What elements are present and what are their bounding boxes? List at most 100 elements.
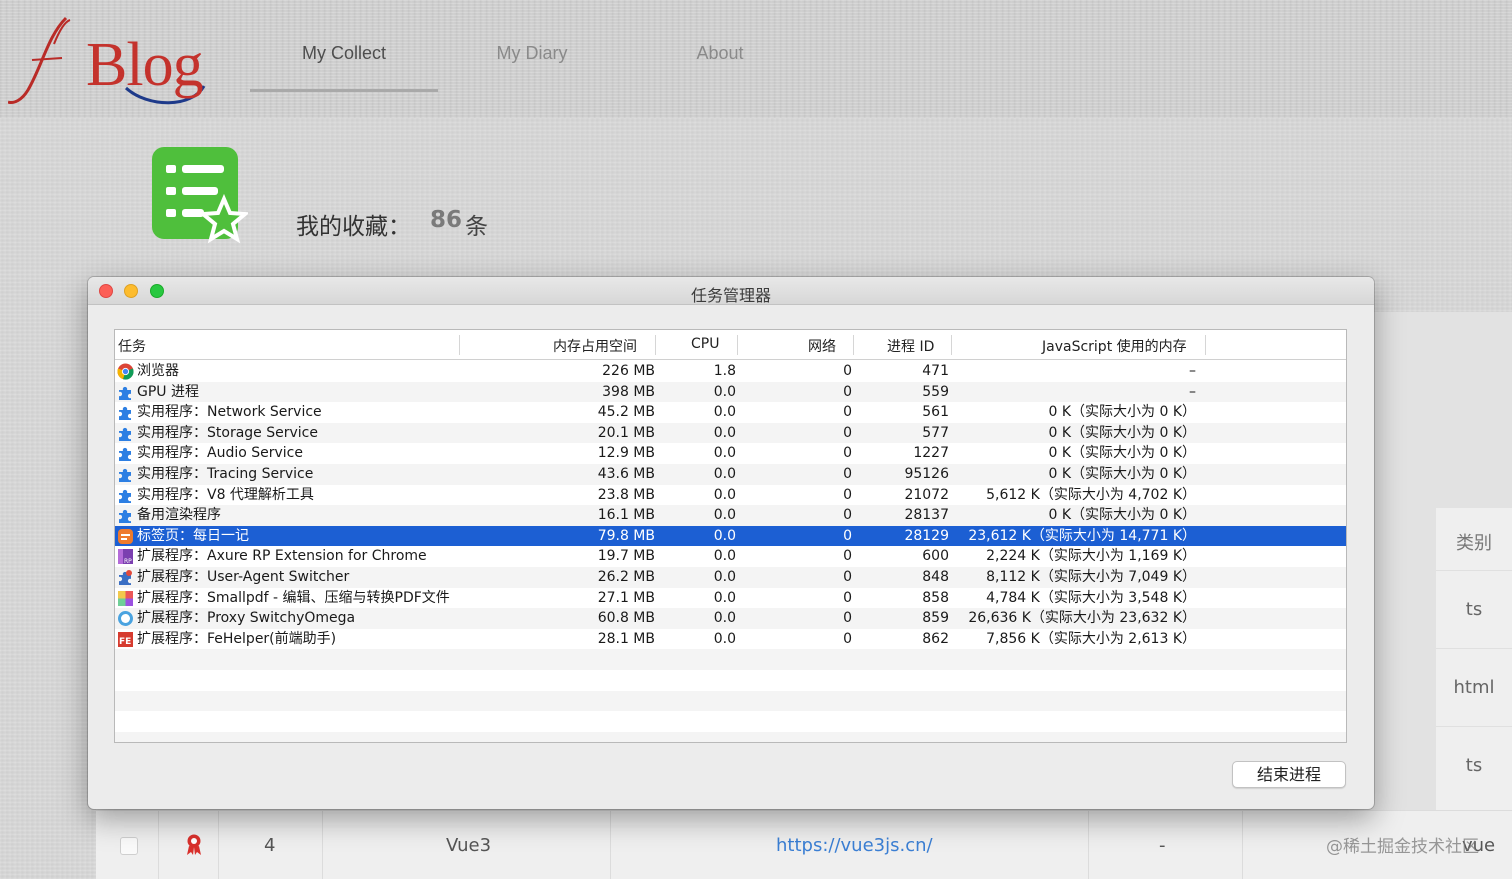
process-cpu: 0.0 xyxy=(713,424,736,441)
process-js-memory: 26,636 K（实际大小为 23,632 K） xyxy=(968,610,1196,627)
process-pid: 862 xyxy=(922,630,949,647)
process-row[interactable]: 实用程序：Storage Service 20.1 MB 0.0 0 577 0… xyxy=(115,422,1346,444)
task-manager-window: 任务管理器 任务 内存占用空间 CPU 网络 进程 ID JavaScript … xyxy=(88,277,1374,809)
process-cpu: 0.0 xyxy=(713,610,736,627)
process-row[interactable]: FE 扩展程序：FeHelper(前端助手) 28.1 MB 0.0 0 862… xyxy=(115,629,1346,650)
puzzle-icon xyxy=(119,386,131,400)
category-cell: ts xyxy=(1465,755,1483,776)
row-name: Vue3 xyxy=(446,835,492,856)
nav-my-collect[interactable]: My Collect xyxy=(250,40,438,92)
process-network: 0 xyxy=(843,548,852,565)
process-row[interactable]: GPU 进程 398 MB 0.0 0 559 – xyxy=(115,381,1346,403)
end-process-button[interactable]: 结束进程 xyxy=(1232,761,1346,788)
process-pid: 21072 xyxy=(904,486,949,503)
process-row[interactable]: RP 扩展程序：Axure RP Extension for Chrome 19… xyxy=(115,546,1346,567)
process-cpu: 0.0 xyxy=(713,465,736,482)
header-cpu[interactable]: CPU xyxy=(691,336,719,352)
chrome-icon xyxy=(117,363,134,380)
tab-icon xyxy=(118,528,133,544)
window-title: 任务管理器 xyxy=(690,286,771,305)
row-divider xyxy=(1436,648,1512,649)
process-cpu: 0.0 xyxy=(713,486,736,503)
collection-count: 86 xyxy=(430,207,463,233)
process-name: 实用程序：V8 代理解析工具 xyxy=(137,486,314,503)
puzzle-icon xyxy=(119,448,131,462)
header-js-memory[interactable]: JavaScript 使用的内存 xyxy=(1042,336,1187,356)
process-pid: 577 xyxy=(922,424,949,441)
puzzle-icon xyxy=(119,427,131,441)
process-memory: 43.6 MB xyxy=(597,465,655,482)
process-pid: 559 xyxy=(922,383,949,400)
category-cell: ts xyxy=(1465,599,1483,620)
process-name: 扩展程序：FeHelper(前端助手) xyxy=(137,630,337,647)
row-url-link[interactable]: https://vue3js.cn/ xyxy=(776,835,933,856)
process-row[interactable]: 浏览器 226 MB 1.8 0 471 – xyxy=(115,361,1346,382)
process-cpu: 0.0 xyxy=(713,568,736,585)
process-network: 0 xyxy=(843,486,852,503)
process-row[interactable]: 扩展程序：Proxy SwitchyOmega 60.8 MB 0.0 0 85… xyxy=(115,608,1346,629)
process-row-selected[interactable]: 标签页：每日一记 79.8 MB 0.0 0 28129 23,612 K（实际… xyxy=(115,525,1346,547)
process-row[interactable]: 实用程序：Audio Service 12.9 MB 0.0 0 1227 0 … xyxy=(115,443,1346,464)
process-pid: 600 xyxy=(922,548,949,565)
header-task[interactable]: 任务 xyxy=(118,336,146,356)
empty-row xyxy=(115,670,1346,691)
header-memory[interactable]: 内存占用空间 xyxy=(553,336,637,356)
main-nav: My Collect My Diary About xyxy=(250,40,814,92)
process-cpu: 0.0 xyxy=(713,548,736,565)
process-memory: 26.2 MB xyxy=(597,568,655,585)
process-name: 扩展程序：Axure RP Extension for Chrome xyxy=(137,548,427,565)
process-memory: 23.8 MB xyxy=(597,486,655,503)
window-titlebar[interactable]: 任务管理器 xyxy=(88,277,1374,305)
process-js-memory: – xyxy=(1189,383,1196,400)
process-row[interactable]: 备用渲染程序 16.1 MB 0.0 0 28137 0 K（实际大小为 0 K… xyxy=(115,505,1346,526)
process-pid: 28137 xyxy=(904,507,949,524)
process-network: 0 xyxy=(843,404,852,421)
process-pid: 859 xyxy=(922,610,949,627)
process-js-memory: 8,112 K（实际大小为 7,049 K） xyxy=(986,568,1196,585)
process-row[interactable]: 实用程序：V8 代理解析工具 23.8 MB 0.0 0 21072 5,612… xyxy=(115,485,1346,506)
collection-unit: 条 xyxy=(465,214,488,240)
nav-about[interactable]: About xyxy=(626,40,814,92)
process-memory: 226 MB xyxy=(602,363,655,379)
process-cpu: 0.0 xyxy=(713,507,736,524)
row-divider xyxy=(1436,726,1512,727)
process-js-memory: 23,612 K（实际大小为 14,771 K） xyxy=(968,527,1196,544)
process-cpu: 0.0 xyxy=(713,630,736,647)
process-js-memory: 7,856 K（实际大小为 2,613 K） xyxy=(986,630,1196,647)
process-name: 浏览器 xyxy=(137,363,179,379)
process-name: 扩展程序：User-Agent Switcher xyxy=(137,568,350,585)
process-memory: 20.1 MB xyxy=(597,424,655,441)
fehelper-icon: FE xyxy=(118,631,133,647)
process-js-memory: 5,612 K（实际大小为 4,702 K） xyxy=(986,486,1196,503)
collection-title: 我的收藏： xyxy=(296,214,411,240)
process-network: 0 xyxy=(843,568,852,585)
svg-text:RP: RP xyxy=(124,558,132,565)
process-row[interactable]: 实用程序：Network Service 45.2 MB 0.0 0 561 0… xyxy=(115,402,1346,423)
puzzle-icon xyxy=(119,489,131,503)
category-header: 类别 xyxy=(1456,533,1492,554)
process-network: 0 xyxy=(843,610,852,627)
process-table: 任务 内存占用空间 CPU 网络 进程 ID JavaScript 使用的内存 … xyxy=(114,329,1347,743)
empty-row xyxy=(115,690,1346,712)
process-memory: 45.2 MB xyxy=(597,404,655,421)
svg-text:FE: FE xyxy=(119,637,131,647)
process-name: 实用程序：Audio Service xyxy=(137,445,303,462)
process-memory: 27.1 MB xyxy=(597,589,655,606)
puzzle-icon xyxy=(119,510,131,524)
process-network: 0 xyxy=(843,383,852,400)
process-pid: 858 xyxy=(922,589,949,606)
process-row[interactable]: 实用程序：Tracing Service 43.6 MB 0.0 0 95126… xyxy=(115,463,1346,485)
process-row[interactable]: 扩展程序：User-Agent Switcher 26.2 MB 0.0 0 8… xyxy=(115,566,1346,588)
header-pid[interactable]: 进程 ID xyxy=(887,336,934,356)
row-checkbox[interactable] xyxy=(120,837,138,855)
smallpdf-icon xyxy=(118,590,133,606)
process-pid: 471 xyxy=(922,363,949,379)
process-network: 0 xyxy=(843,424,852,441)
process-row[interactable]: 扩展程序：Smallpdf - 编辑、压缩与转换PDF文件 27.1 MB 0.… xyxy=(115,588,1346,609)
nav-my-diary[interactable]: My Diary xyxy=(438,40,626,92)
process-pid: 848 xyxy=(922,568,949,585)
empty-row xyxy=(115,731,1346,742)
process-cpu: 0.0 xyxy=(713,445,736,462)
puzzle-icon xyxy=(119,468,131,482)
header-network[interactable]: 网络 xyxy=(808,336,836,356)
